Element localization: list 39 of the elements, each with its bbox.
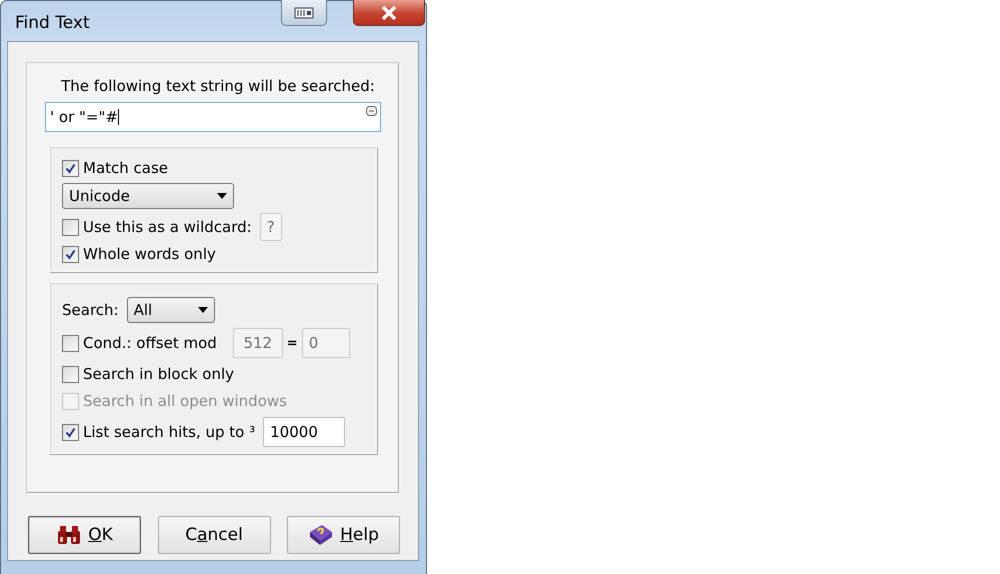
search-label: Search: <box>62 301 119 319</box>
modulus-field[interactable]: 512 <box>232 328 283 358</box>
cancel-button[interactable]: Cancel <box>158 516 270 554</box>
checkmark-icon <box>65 248 76 260</box>
checkbox-label: Whole words only <box>83 245 216 263</box>
dropdown-arrow-icon <box>198 307 208 313</box>
checkbox-label: Match case <box>83 159 168 177</box>
binoculars-icon <box>56 525 82 545</box>
equals-sign: = <box>286 336 298 350</box>
checkbox-label: Search in block only <box>83 365 234 383</box>
search-text-label: The following text string will be searched: <box>60 77 376 95</box>
hit-limit-field[interactable]: 10000 <box>263 417 346 447</box>
remainder-field[interactable]: 0 <box>302 328 350 358</box>
panel-icon <box>294 6 314 18</box>
checkmark-icon <box>65 426 76 438</box>
help-button[interactable]: Help <box>287 516 400 554</box>
dropdown[interactable]: All <box>126 297 215 323</box>
search-text-field[interactable]: ' or "="# <box>45 102 381 132</box>
checkbox-label: Use this as a wildcard: <box>83 218 252 236</box>
close-button[interactable] <box>353 0 425 26</box>
checkbox[interactable] <box>62 334 79 352</box>
dropdown[interactable]: Unicode <box>62 183 234 209</box>
dropdown-arrow-icon <box>217 193 227 199</box>
checkbox[interactable] <box>62 160 79 176</box>
checkbox-label: Cond.: offset mod <box>83 334 217 352</box>
checkbox-label: List search hits, up to ³ <box>83 423 256 441</box>
checkbox-label: Search in all open windows <box>83 392 287 410</box>
checkbox[interactable] <box>62 246 79 262</box>
checkmark-icon <box>65 162 76 174</box>
expand-icon <box>366 106 377 116</box>
close-icon <box>381 6 397 20</box>
window-option-button[interactable] <box>281 0 327 26</box>
window-title: Find Text <box>15 13 91 33</box>
checkbox[interactable] <box>62 424 79 440</box>
help-book-icon <box>308 524 334 546</box>
ok-button[interactable]: OK <box>28 516 141 554</box>
wildcard-field[interactable]: ? <box>260 213 282 241</box>
checkbox[interactable] <box>62 366 79 382</box>
checkbox[interactable] <box>62 218 79 236</box>
